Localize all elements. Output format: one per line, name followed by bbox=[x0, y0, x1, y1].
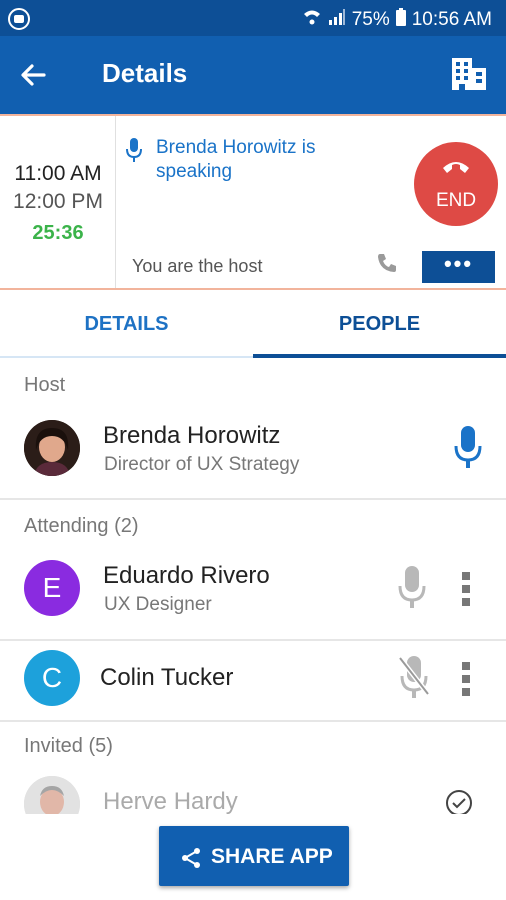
end-call-label: END bbox=[435, 190, 477, 211]
divider bbox=[0, 498, 506, 500]
back-arrow-icon[interactable] bbox=[18, 60, 50, 92]
app-notification-icon bbox=[8, 8, 30, 35]
invitee-name: Herve Hardy bbox=[103, 788, 238, 814]
host-person-row[interactable]: Brenda Horowitz Director of UX Strategy bbox=[0, 412, 506, 498]
attendee-name: Colin Tucker bbox=[100, 664, 234, 691]
attending-section-label: Attending (2) bbox=[24, 515, 139, 537]
check-circle-icon bbox=[444, 788, 474, 814]
divider bbox=[0, 720, 506, 722]
microphone-icon bbox=[126, 138, 142, 169]
host-name: Brenda Horowitz bbox=[103, 422, 281, 449]
attendee-role: UX Designer bbox=[104, 594, 212, 615]
invitee-avatar bbox=[24, 776, 80, 814]
host-avatar bbox=[24, 420, 80, 476]
host-section-label: Host bbox=[24, 374, 66, 396]
end-time: 12:00 PM bbox=[13, 190, 103, 213]
page-title: Details bbox=[102, 58, 188, 88]
call-card: 11:00 AM 12:00 PM 25:36 Brenda Horowitz … bbox=[0, 114, 506, 290]
tab-details[interactable]: DETAILS bbox=[0, 290, 253, 358]
tab-bar: DETAILS PEOPLE bbox=[0, 290, 506, 358]
invited-section-label: Invited (5) bbox=[24, 735, 113, 757]
microphone-muted-icon[interactable] bbox=[398, 656, 430, 705]
wifi-icon bbox=[302, 7, 322, 33]
share-app-button[interactable]: SHARE APP bbox=[159, 826, 349, 886]
host-role: Director of UX Strategy bbox=[104, 454, 300, 475]
divider bbox=[0, 639, 506, 641]
clock: 10:56 AM bbox=[411, 9, 492, 30]
building-icon[interactable] bbox=[450, 56, 488, 97]
tab-people[interactable]: PEOPLE bbox=[253, 290, 506, 358]
kebab-menu-icon[interactable] bbox=[462, 572, 472, 611]
app-bar: Details bbox=[0, 36, 506, 114]
speaking-text: Brenda Horowitz is speaking bbox=[156, 137, 316, 182]
avatar: E bbox=[24, 560, 80, 616]
invited-row-herve[interactable]: Herve Hardy bbox=[0, 770, 506, 814]
attendee-name: Eduardo Rivero bbox=[103, 562, 270, 589]
microphone-active-icon[interactable] bbox=[454, 426, 482, 475]
battery-percent: 75% bbox=[351, 9, 390, 30]
share-app-label: SHARE APP bbox=[211, 845, 333, 868]
kebab-menu-icon[interactable] bbox=[462, 662, 472, 701]
end-call-button[interactable]: END bbox=[414, 142, 498, 226]
call-duration: 25:36 bbox=[32, 222, 84, 244]
call-times: 11:00 AM 12:00 PM 25:36 bbox=[0, 116, 116, 288]
share-icon bbox=[179, 846, 203, 875]
host-status-text: You are the host bbox=[132, 256, 263, 276]
battery-icon bbox=[395, 8, 406, 32]
attendee-row-colin[interactable]: C Colin Tucker bbox=[0, 642, 506, 720]
hang-up-icon bbox=[441, 158, 471, 181]
avatar: C bbox=[24, 650, 80, 706]
phone-icon[interactable] bbox=[376, 252, 398, 279]
attendee-row-eduardo[interactable]: E Eduardo Rivero UX Designer bbox=[0, 552, 506, 638]
more-options-button[interactable]: ••• bbox=[422, 251, 495, 283]
start-time: 11:00 AM bbox=[14, 162, 102, 185]
status-bar: 75% 10:56 AM bbox=[0, 0, 506, 36]
microphone-idle-icon[interactable] bbox=[398, 566, 426, 615]
signal-icon bbox=[328, 8, 346, 32]
